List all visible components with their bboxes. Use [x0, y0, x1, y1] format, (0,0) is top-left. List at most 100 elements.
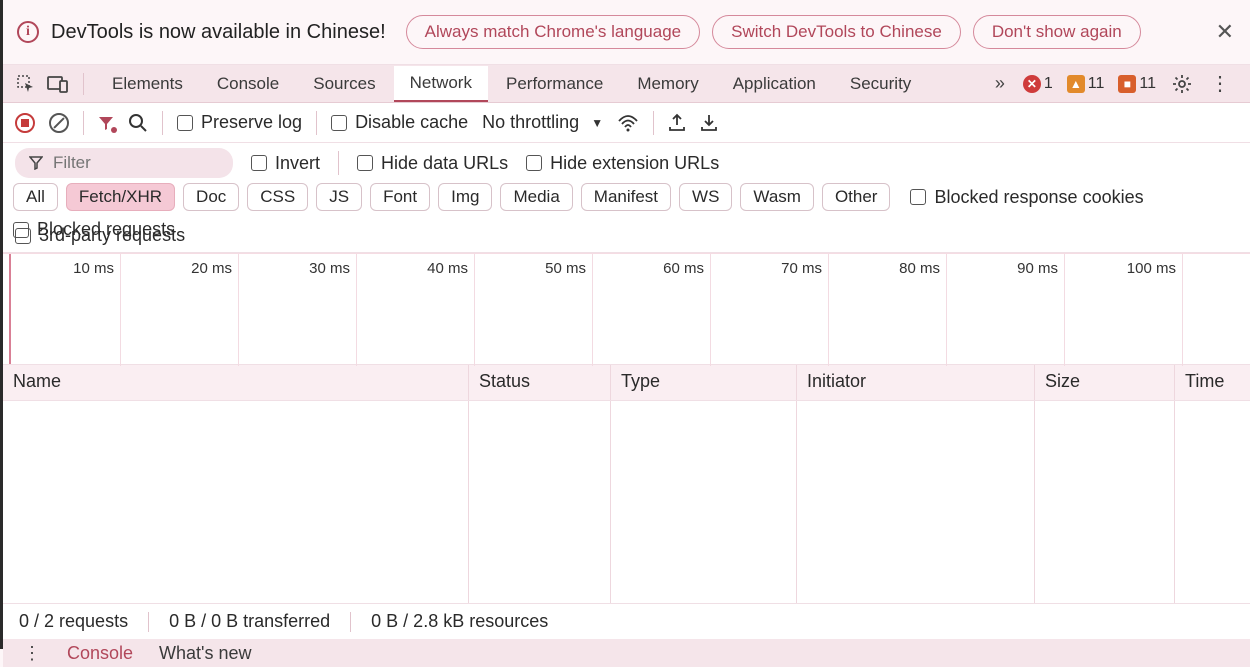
request-table-header: Name Status Type Initiator Size Time	[3, 365, 1250, 401]
search-icon[interactable]	[128, 113, 148, 133]
device-toolbar-icon[interactable]	[47, 73, 69, 95]
third-party-label: 3rd-party requests	[39, 225, 185, 246]
warnings-count: 11	[1088, 75, 1105, 93]
divider	[316, 111, 317, 135]
hide-extension-urls-checkbox[interactable]: Hide extension URLs	[526, 153, 719, 174]
export-har-icon[interactable]	[700, 113, 718, 133]
dont-show-again-button[interactable]: Don't show again	[973, 15, 1141, 49]
column-initiator[interactable]: Initiator	[797, 365, 1035, 400]
filter-toggle-icon[interactable]	[98, 115, 114, 131]
column-time[interactable]: Time	[1175, 365, 1250, 400]
request-type-chips: All Fetch/XHR Doc CSS JS Font Img Media …	[3, 183, 1250, 219]
filter-row: Invert Hide data URLs Hide extension URL…	[3, 143, 1250, 183]
info-icon: i	[17, 21, 39, 43]
tab-elements[interactable]: Elements	[96, 67, 199, 101]
filter-input-wrapper[interactable]	[15, 148, 233, 178]
tab-memory[interactable]: Memory	[621, 67, 714, 101]
chip-img[interactable]: Img	[438, 183, 492, 211]
preserve-log-label: Preserve log	[201, 112, 302, 133]
filter-input[interactable]	[53, 153, 173, 173]
tick-label: 90 ms	[1017, 260, 1058, 277]
drawer-tab-whats-new[interactable]: What's new	[159, 643, 251, 664]
tick-label: 40 ms	[427, 260, 468, 277]
status-requests: 0 / 2 requests	[19, 611, 128, 632]
tick-label: 60 ms	[663, 260, 704, 277]
tab-network[interactable]: Network	[394, 66, 488, 102]
drawer-tabstrip: ⋮ Console What's new	[3, 639, 1250, 667]
column-size[interactable]: Size	[1035, 365, 1175, 400]
request-table-body	[3, 401, 1250, 603]
switch-language-button[interactable]: Switch DevTools to Chinese	[712, 15, 961, 49]
tab-sources[interactable]: Sources	[297, 67, 391, 101]
tick-label: 20 ms	[191, 260, 232, 277]
divider	[83, 111, 84, 135]
third-party-row: 3rd-party requests	[3, 219, 1250, 253]
chip-other[interactable]: Other	[822, 183, 891, 211]
issues-badge[interactable]: ■11	[1118, 75, 1156, 93]
chip-wasm[interactable]: Wasm	[740, 183, 814, 211]
errors-count: 1	[1044, 75, 1053, 93]
tick-label: 10 ms	[73, 260, 114, 277]
column-type[interactable]: Type	[611, 365, 797, 400]
chip-manifest[interactable]: Manifest	[581, 183, 671, 211]
status-bar: 0 / 2 requests 0 B / 0 B transferred 0 B…	[3, 603, 1250, 639]
divider	[162, 111, 163, 135]
network-toolbar: Preserve log Disable cache No throttling…	[3, 103, 1250, 143]
issues-count: 11	[1139, 75, 1156, 93]
panel-tabstrip: Elements Console Sources Network Perform…	[3, 65, 1250, 103]
always-match-button[interactable]: Always match Chrome's language	[406, 15, 700, 49]
drawer-tab-console[interactable]: Console	[67, 643, 133, 664]
tab-console[interactable]: Console	[201, 67, 295, 101]
banner-message: DevTools is now available in Chinese!	[51, 21, 386, 44]
disable-cache-checkbox[interactable]: Disable cache	[331, 112, 468, 133]
disable-cache-label: Disable cache	[355, 112, 468, 133]
chip-doc[interactable]: Doc	[183, 183, 239, 211]
tab-application[interactable]: Application	[717, 67, 832, 101]
column-name[interactable]: Name	[3, 365, 469, 400]
clear-button[interactable]	[49, 113, 69, 133]
tick-label: 100 ms	[1127, 260, 1176, 277]
throttling-label: No throttling	[482, 112, 579, 133]
tab-performance[interactable]: Performance	[490, 67, 619, 101]
invert-checkbox[interactable]: Invert	[251, 153, 320, 174]
tick-label: 70 ms	[781, 260, 822, 277]
drawer-menu-icon[interactable]: ⋮	[23, 643, 41, 664]
inspect-element-icon[interactable]	[15, 73, 37, 95]
hide-extension-urls-label: Hide extension URLs	[550, 153, 719, 174]
chip-fetch-xhr[interactable]: Fetch/XHR	[66, 183, 175, 211]
preserve-log-checkbox[interactable]: Preserve log	[177, 112, 302, 133]
divider	[338, 151, 339, 175]
divider	[653, 111, 654, 135]
hide-data-urls-label: Hide data URLs	[381, 153, 508, 174]
chip-font[interactable]: Font	[370, 183, 430, 211]
close-icon[interactable]: ✕	[1214, 19, 1236, 45]
status-transferred: 0 B / 0 B transferred	[169, 611, 330, 632]
warnings-badge[interactable]: ▲11	[1067, 75, 1105, 93]
chip-css[interactable]: CSS	[247, 183, 308, 211]
throttling-select[interactable]: No throttling▼	[482, 112, 603, 133]
chip-ws[interactable]: WS	[679, 183, 732, 211]
column-status[interactable]: Status	[469, 365, 611, 400]
record-button[interactable]	[15, 113, 35, 133]
import-har-icon[interactable]	[668, 113, 686, 133]
tick-label: 80 ms	[899, 260, 940, 277]
blocked-cookies-label: Blocked response cookies	[934, 187, 1143, 208]
hide-data-urls-checkbox[interactable]: Hide data URLs	[357, 153, 508, 174]
status-resources: 0 B / 2.8 kB resources	[371, 611, 548, 632]
timeline-overview[interactable]: 10 ms 20 ms 30 ms 40 ms 50 ms 60 ms 70 m…	[3, 253, 1250, 365]
chip-all[interactable]: All	[13, 183, 58, 211]
third-party-checkbox[interactable]: 3rd-party requests	[15, 225, 185, 246]
settings-icon[interactable]	[1172, 74, 1192, 94]
errors-badge[interactable]: ✕1	[1023, 75, 1053, 93]
tab-security[interactable]: Security	[834, 67, 927, 101]
blocked-cookies-checkbox[interactable]: Blocked response cookies	[910, 187, 1143, 208]
more-tabs-icon[interactable]: »	[985, 73, 1015, 94]
tick-label: 30 ms	[309, 260, 350, 277]
more-options-icon[interactable]: ⋮	[1210, 71, 1230, 96]
chip-js[interactable]: JS	[316, 183, 362, 211]
funnel-icon	[29, 156, 43, 170]
chip-media[interactable]: Media	[500, 183, 572, 211]
language-banner: i DevTools is now available in Chinese! …	[3, 0, 1250, 65]
tick-label: 50 ms	[545, 260, 586, 277]
network-conditions-icon[interactable]	[617, 113, 639, 133]
